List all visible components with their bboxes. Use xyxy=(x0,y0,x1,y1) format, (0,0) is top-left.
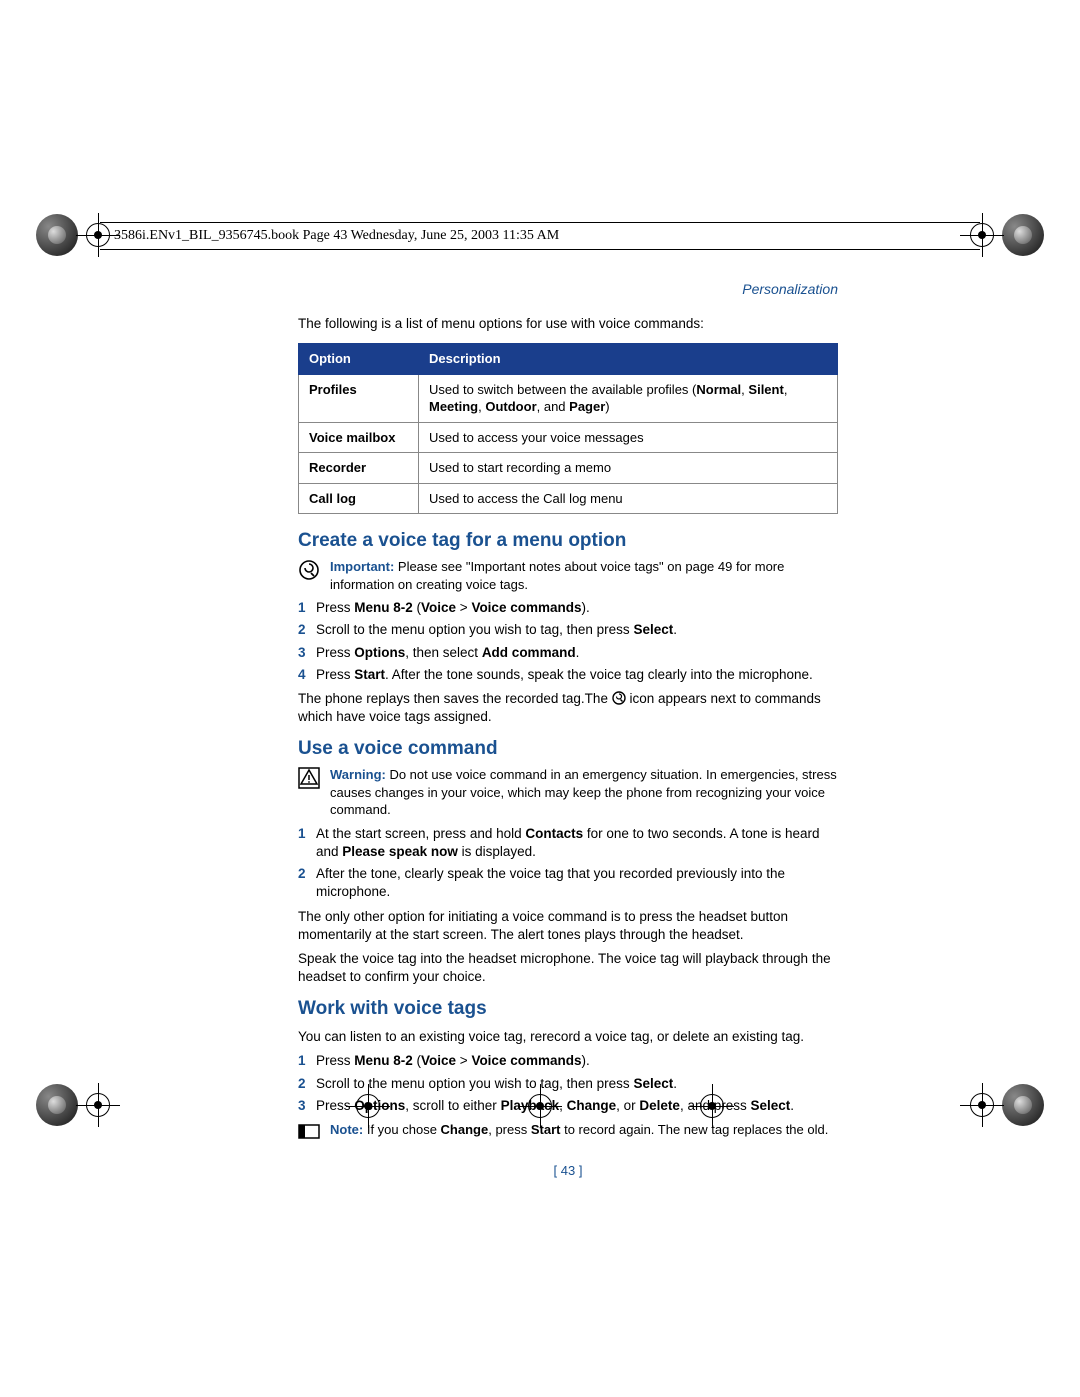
list-item: 2After the tone, clearly speak the voice… xyxy=(298,865,838,901)
note-row: Note: If you chose Change, press Start t… xyxy=(298,1121,838,1140)
opt-calllog: Call log xyxy=(299,483,419,514)
note-icon xyxy=(298,1122,322,1140)
table-row: Call log Used to access the Call log men… xyxy=(299,483,838,514)
voice-tag-icon xyxy=(612,691,626,705)
important-icon xyxy=(298,559,322,581)
list-item: 2Scroll to the menu option you wish to t… xyxy=(298,621,838,639)
list-item: 1Press Menu 8-2 (Voice > Voice commands)… xyxy=(298,599,838,617)
important-note: Important: Please see "Important notes a… xyxy=(298,558,838,593)
table-row: Profiles Used to switch between the avai… xyxy=(299,374,838,422)
warning-lead: Warning: xyxy=(330,767,386,782)
intro-text: The following is a list of menu options … xyxy=(298,315,838,333)
opt-voicemail: Voice mailbox xyxy=(299,422,419,453)
list-item: 1At the start screen, press and hold Con… xyxy=(298,825,838,861)
list-item: 3Press Options, then select Add command. xyxy=(298,644,838,662)
list-item: 3Press Options, scroll to either Playbac… xyxy=(298,1097,838,1115)
desc-voicemail: Used to access your voice messages xyxy=(419,422,838,453)
th-description: Description xyxy=(419,344,838,375)
table-row: Voice mailbox Used to access your voice … xyxy=(299,422,838,453)
opt-profiles: Profiles xyxy=(299,374,419,422)
desc-calllog: Used to access the Call log menu xyxy=(419,483,838,514)
replay-para: The phone replays then saves the recorde… xyxy=(298,690,838,726)
th-option: Option xyxy=(299,344,419,375)
warning-note: Warning: Do not use voice command in an … xyxy=(298,766,838,819)
table-row: Recorder Used to start recording a memo xyxy=(299,453,838,484)
list-item: 1Press Menu 8-2 (Voice > Voice commands)… xyxy=(298,1052,838,1070)
opt-recorder: Recorder xyxy=(299,453,419,484)
work-intro: You can listen to an existing voice tag,… xyxy=(298,1028,838,1046)
options-table: Option Description Profiles Used to swit… xyxy=(298,343,838,514)
heading-work-tags: Work with voice tags xyxy=(298,996,838,1022)
heading-use-command: Use a voice command xyxy=(298,736,838,762)
headset-para-1: The only other option for initiating a v… xyxy=(298,908,838,944)
important-text: Please see "Important notes about voice … xyxy=(330,559,784,592)
heading-create-tag: Create a voice tag for a menu option xyxy=(298,528,838,554)
desc-recorder: Used to start recording a memo xyxy=(419,453,838,484)
page-content: Personalization The following is a list … xyxy=(298,280,838,1180)
headset-para-2: Speak the voice tag into the headset mic… xyxy=(298,950,838,986)
header-stamp: 3586i.ENv1_BIL_9356745.book Page 43 Wedn… xyxy=(100,222,980,250)
steps-create: 1Press Menu 8-2 (Voice > Voice commands)… xyxy=(298,599,838,684)
steps-work: 1Press Menu 8-2 (Voice > Voice commands)… xyxy=(298,1052,838,1115)
desc-profiles: Used to switch between the available pro… xyxy=(419,374,838,422)
important-lead: Important: xyxy=(330,559,394,574)
note-lead: Note: xyxy=(330,1122,363,1137)
list-item: 4Press Start. After the tone sounds, spe… xyxy=(298,666,838,684)
steps-use: 1At the start screen, press and hold Con… xyxy=(298,825,838,902)
warning-text: Do not use voice command in an emergency… xyxy=(330,767,837,817)
warning-icon xyxy=(298,767,322,789)
chapter-label: Personalization xyxy=(298,280,838,299)
list-item: 2Scroll to the menu option you wish to t… xyxy=(298,1075,838,1093)
header-stamp-text: 3586i.ENv1_BIL_9356745.book Page 43 Wedn… xyxy=(114,228,559,244)
page-number: [ 43 ] xyxy=(298,1162,838,1180)
